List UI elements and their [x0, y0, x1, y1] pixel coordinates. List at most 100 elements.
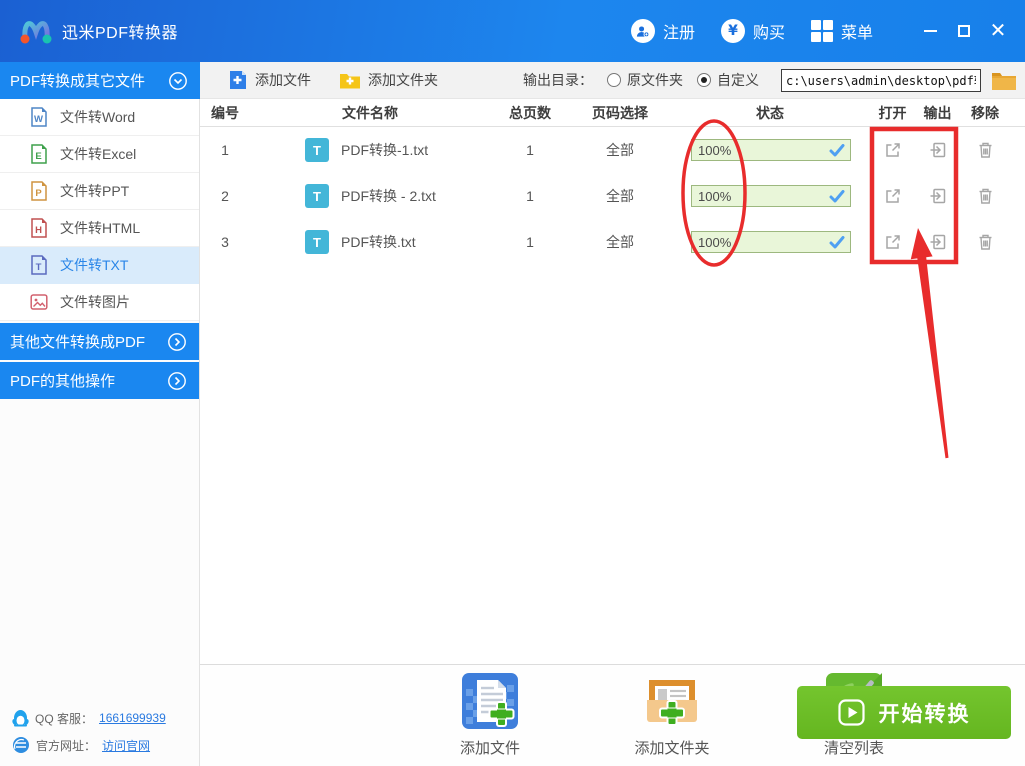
add-folder-big-label: 添加文件夹	[634, 740, 710, 757]
header-status: 状态	[756, 104, 784, 121]
svg-text:E: E	[35, 151, 41, 162]
page-range[interactable]: 全部	[570, 140, 670, 160]
add-file-button[interactable]: 添加文件	[228, 70, 311, 90]
add-file-icon	[230, 71, 246, 89]
file-name: PDF转换 - 2.txt	[341, 188, 436, 204]
sidebar-section-pdf-ops[interactable]: PDF的其他操作	[0, 362, 199, 399]
titlebar: 迅米PDF转换器 注册 ¥ 购买 菜单 ✕	[0, 0, 1025, 62]
sidebar-item-word[interactable]: W 文件转Word	[0, 99, 199, 136]
qq-icon	[12, 710, 29, 727]
open-file-icon[interactable]	[884, 187, 902, 205]
sidebar-item-txt[interactable]: T 文件转TXT	[0, 247, 199, 284]
add-folder-big-icon	[647, 680, 697, 726]
sidebar-item-label: 文件转Word	[60, 109, 136, 125]
progress-percent: 100%	[698, 188, 732, 204]
qq-number-link[interactable]: 1661699939	[99, 711, 166, 725]
html-doc-icon: H	[31, 218, 47, 238]
add-file-big-label: 添加文件	[459, 740, 520, 757]
table-row: 1 T PDF转换-1.txt 1 全部 100%	[200, 127, 1025, 173]
sidebar-item-excel[interactable]: E 文件转Excel	[0, 136, 199, 173]
radio-custom-label: 自定义	[717, 72, 759, 88]
page-count: 1	[526, 142, 534, 158]
sidebar-section-pdf-to-other[interactable]: PDF转换成其它文件	[0, 62, 200, 99]
svg-text:P: P	[35, 188, 42, 199]
add-folder-button[interactable]: 添加文件夹	[339, 70, 438, 90]
official-site-link[interactable]: 访问官网	[102, 737, 150, 754]
close-button[interactable]: ✕	[981, 14, 1015, 48]
txt-file-badge: T	[305, 184, 329, 208]
bottom-bar: 添加文件 添加文件夹 清空列表 开始转换	[200, 664, 1025, 766]
minimize-button[interactable]	[913, 14, 947, 48]
sidebar-item-html[interactable]: H 文件转HTML	[0, 210, 199, 247]
header-range: 页码选择	[592, 104, 648, 121]
section-label: PDF转换成其它文件	[10, 73, 146, 90]
radio-custom[interactable]: 自定义	[697, 70, 759, 90]
sidebar-section-other-to-pdf[interactable]: 其他文件转换成PDF	[0, 323, 199, 360]
progress-bar: 100%	[691, 231, 851, 253]
qq-service-label: QQ 客服：	[35, 711, 94, 726]
register-user-icon	[630, 19, 655, 43]
txt-file-badge: T	[305, 230, 329, 254]
table-row: 3 T PDF转换.txt 1 全部 100%	[200, 219, 1025, 265]
open-output-icon[interactable]	[929, 233, 947, 251]
chevron-right-circle-icon	[168, 371, 186, 390]
play-icon	[837, 699, 865, 726]
open-output-icon[interactable]	[929, 141, 947, 159]
add-file-big-icon	[462, 673, 518, 729]
header-output: 输出	[923, 104, 952, 121]
remove-file-icon[interactable]	[977, 141, 994, 159]
output-dir-label: 输出目录：	[523, 72, 593, 88]
open-file-icon[interactable]	[884, 233, 902, 251]
sidebar-item-label: 文件转TXT	[60, 257, 129, 273]
open-file-icon[interactable]	[884, 141, 902, 159]
browse-folder-button[interactable]	[991, 69, 1017, 91]
open-output-icon[interactable]	[929, 187, 947, 205]
add-folder-icon	[340, 73, 360, 88]
ppt-doc-icon: P	[31, 181, 47, 201]
svg-text:H: H	[35, 225, 42, 236]
add-file-big-button[interactable]: 添加文件	[440, 673, 540, 758]
excel-doc-icon: E	[31, 144, 47, 164]
buy-button[interactable]: ¥ 购买	[720, 19, 785, 43]
svg-text:W: W	[34, 114, 43, 125]
done-check-icon	[829, 143, 845, 156]
header-name: 文件名称	[342, 104, 398, 121]
row-number: 1	[221, 142, 229, 158]
buy-label: 购买	[752, 25, 785, 42]
start-convert-button[interactable]: 开始转换	[797, 686, 1011, 739]
section-label: 其他文件转换成PDF	[10, 334, 146, 351]
add-folder-label: 添加文件夹	[368, 72, 438, 88]
add-folder-big-button[interactable]: 添加文件夹	[622, 673, 722, 758]
app-title: 迅米PDF转换器	[62, 25, 179, 42]
sidebar: W 文件转Word E 文件转Excel P 文件转PPT H 文件转HTML …	[0, 99, 200, 766]
sidebar-item-label: 文件转HTML	[60, 220, 141, 236]
menu-label: 菜单	[840, 25, 873, 42]
page-range[interactable]: 全部	[570, 232, 670, 252]
ie-browser-icon	[13, 737, 29, 753]
radio-original-folder[interactable]: 原文件夹	[607, 70, 683, 90]
remove-file-icon[interactable]	[977, 187, 994, 205]
sidebar-item-image[interactable]: 文件转图片	[0, 284, 199, 321]
official-site-label: 官方网址：	[36, 738, 97, 753]
maximize-button[interactable]	[947, 14, 981, 48]
file-name: PDF转换.txt	[341, 234, 416, 250]
radio-custom-circle[interactable]	[697, 73, 711, 87]
support-links: QQ 客服： 1661699939 官方网址： 访问官网	[12, 700, 166, 754]
output-path-input[interactable]	[781, 68, 981, 92]
page-count: 1	[526, 234, 534, 250]
page-range[interactable]: 全部	[570, 186, 670, 206]
table-header: 编号 文件名称 总页数 页码选择 状态 打开 输出 移除	[200, 99, 1025, 127]
radio-original-circle[interactable]	[607, 73, 621, 87]
sidebar-item-label: 文件转Excel	[60, 146, 137, 162]
clear-list-label: 清空列表	[823, 740, 884, 757]
progress-percent: 100%	[698, 234, 732, 250]
sidebar-item-ppt[interactable]: P 文件转PPT	[0, 173, 199, 210]
app-window: 迅米PDF转换器 注册 ¥ 购买 菜单 ✕ PDF转换成其它文件 添加文件 添加…	[0, 0, 1025, 766]
menu-button[interactable]: 菜单	[810, 19, 873, 43]
file-name: PDF转换-1.txt	[341, 142, 429, 158]
remove-file-icon[interactable]	[977, 233, 994, 251]
row-number: 3	[221, 234, 229, 250]
chevron-right-circle-icon	[168, 332, 186, 351]
sidebar-item-label: 文件转PPT	[60, 183, 130, 199]
register-button[interactable]: 注册	[630, 19, 695, 43]
